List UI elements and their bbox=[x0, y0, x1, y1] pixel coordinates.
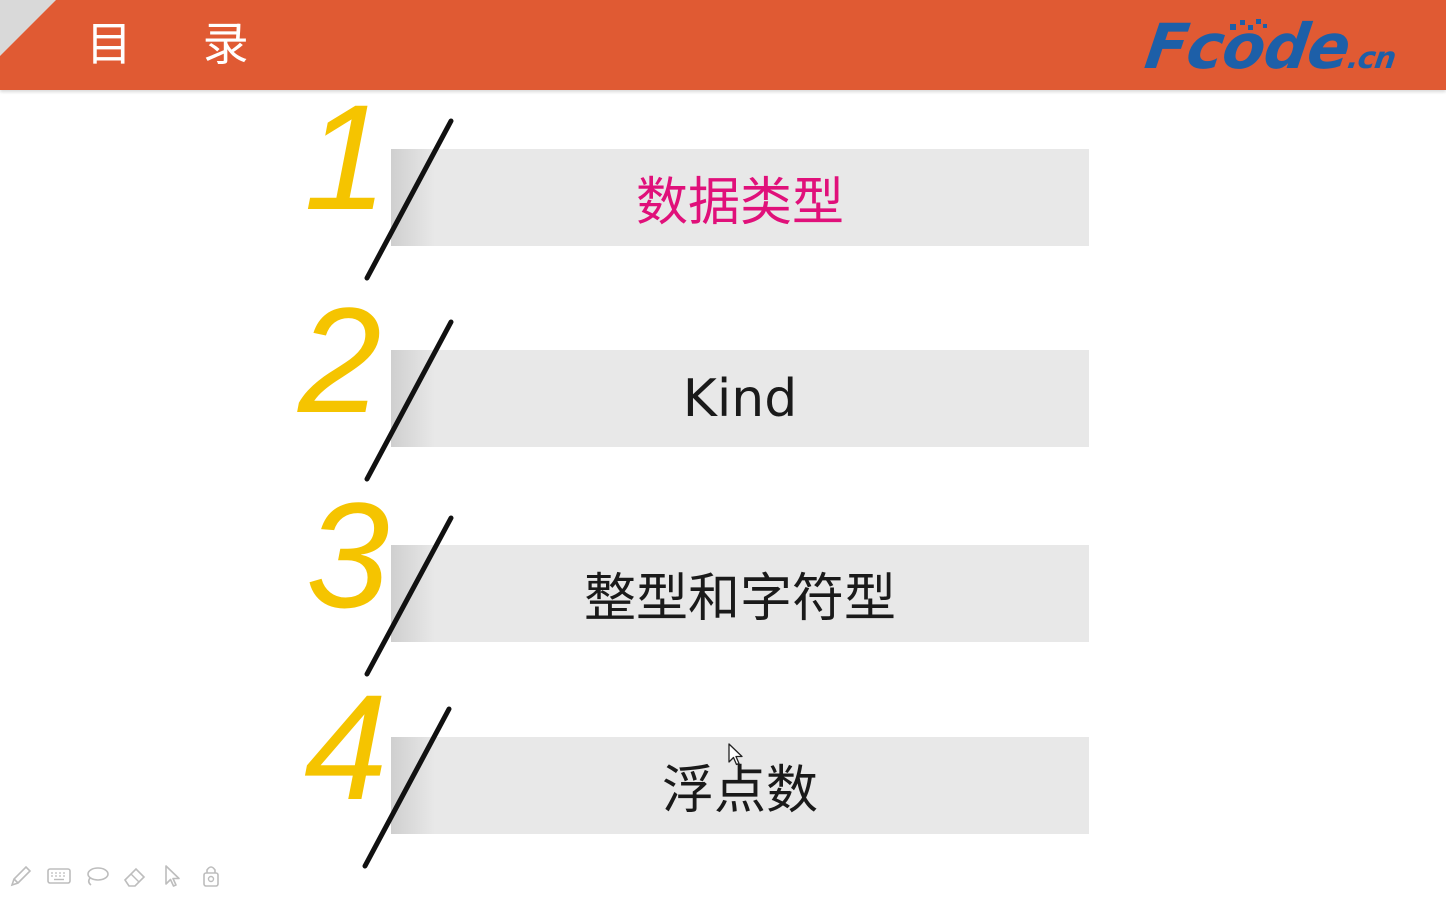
eraser-icon[interactable] bbox=[120, 861, 150, 891]
agenda-label-2: Kind bbox=[682, 368, 798, 429]
agenda-number-1: 1 bbox=[304, 73, 388, 241]
agenda-bar-2[interactable]: Kind bbox=[391, 350, 1089, 447]
logo-domain-text: .cn bbox=[1345, 41, 1398, 76]
pointer-icon[interactable] bbox=[158, 861, 188, 891]
mouse-cursor-icon bbox=[728, 743, 743, 766]
fcode-logo: Fcode.cn bbox=[1141, 10, 1438, 83]
pen-icon[interactable] bbox=[6, 861, 36, 891]
presentation-slide: 目 录 Fcode.cn 1 数据类型 2 Kind 3 整型和字符型 4 浮点… bbox=[0, 0, 1446, 903]
agenda-bar-1[interactable]: 数据类型 bbox=[391, 149, 1089, 246]
slide-header: 目 录 Fcode.cn bbox=[0, 0, 1446, 90]
logo-wordmark: Fcode.cn bbox=[1141, 10, 1401, 83]
keyboard-icon[interactable] bbox=[44, 861, 74, 891]
agenda-label-1: 数据类型 bbox=[635, 173, 844, 233]
page-corner-fold bbox=[0, 0, 56, 56]
agenda-number-2: 2 bbox=[298, 276, 382, 444]
logo-main-text: Fcode bbox=[1140, 10, 1355, 83]
agenda-number-3: 3 bbox=[306, 471, 390, 639]
lasso-icon[interactable] bbox=[82, 861, 112, 891]
agenda-number-4: 4 bbox=[304, 663, 388, 831]
agenda-bar-3[interactable]: 整型和字符型 bbox=[391, 545, 1089, 642]
agenda-label-3: 整型和字符型 bbox=[583, 569, 896, 629]
lock-icon[interactable] bbox=[196, 861, 226, 891]
slide-title: 目 录 bbox=[86, 17, 277, 71]
presentation-toolbar bbox=[6, 858, 226, 894]
